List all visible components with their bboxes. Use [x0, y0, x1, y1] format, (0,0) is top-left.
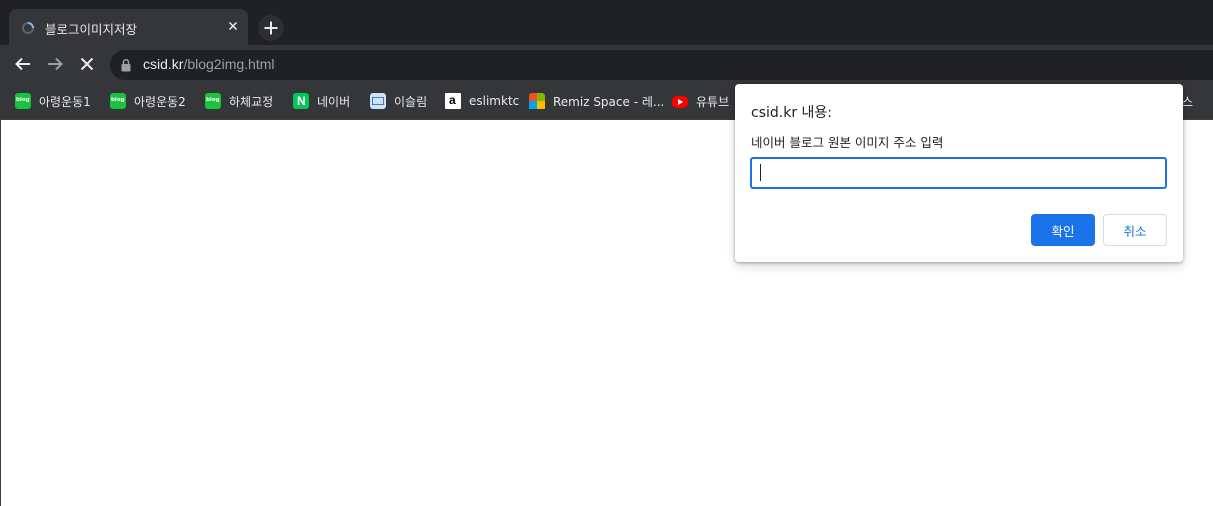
naver-icon	[293, 93, 309, 109]
youtube-icon	[672, 96, 688, 108]
window-left-edge	[0, 119, 1, 506]
bookmark-label: 유튜브	[696, 94, 730, 109]
dialog-message: 네이버 블로그 원본 이미지 주소 입력	[751, 135, 944, 150]
mail-icon	[370, 93, 386, 109]
bookmark-label: eslimktc	[469, 94, 520, 108]
bookmark-eslim[interactable]: 이슬림	[370, 92, 427, 110]
a-logo-icon	[445, 93, 461, 109]
naver-blog-icon	[110, 93, 126, 109]
new-tab-plus-icon[interactable]	[258, 15, 284, 41]
bookmark-lower-body[interactable]: 하체교정	[205, 92, 273, 110]
bookmark-label: 네이버	[317, 94, 351, 109]
bookmark-label: 이슬림	[394, 94, 428, 109]
cancel-button[interactable]: 취소	[1103, 214, 1167, 246]
bookmark-label: 하체교정	[229, 94, 274, 109]
bookmark-label: 아령운동1	[39, 94, 91, 109]
url-path: /blog2img.html	[183, 56, 275, 72]
dialog-url-input[interactable]	[750, 157, 1167, 189]
tab-strip: 블로그이미지저장	[0, 0, 1213, 45]
url-host: csid.kr	[143, 56, 184, 72]
stop-loading-icon[interactable]	[76, 53, 98, 75]
bookmark-naver[interactable]: 네이버	[293, 92, 350, 110]
tab-active[interactable]: 블로그이미지저장	[9, 9, 248, 45]
naver-blog-icon	[205, 93, 221, 109]
address-bar[interactable]: csid.kr/blog2img.html	[110, 50, 1213, 80]
dialog-title: csid.kr 내용:	[751, 105, 833, 121]
ok-button[interactable]: 확인	[1031, 214, 1095, 246]
prompt-dialog: csid.kr 내용: 네이버 블로그 원본 이미지 주소 입력 확인 취소	[735, 84, 1183, 262]
loading-favicon-icon	[22, 22, 34, 34]
bookmark-youtube[interactable]: 유튜브	[672, 92, 729, 110]
forward-arrow-icon[interactable]	[44, 53, 66, 75]
bookmark-arm-exercise-2[interactable]: 아령운동2	[110, 92, 186, 110]
bookmark-arm-exercise-1[interactable]: 아령운동1	[15, 92, 91, 110]
microsoft-icon	[529, 93, 545, 109]
bookmark-eslimktc[interactable]: eslimktc	[445, 92, 519, 110]
browser-toolbar: csid.kr/blog2img.html	[0, 45, 1213, 84]
bookmark-label: Remiz Space - 레...	[553, 94, 665, 109]
bookmark-overflow[interactable]: 스	[1182, 92, 1193, 110]
bookmark-label: 아령운동2	[134, 94, 186, 109]
url-text: csid.kr/blog2img.html	[143, 56, 275, 72]
tab-close-icon[interactable]	[225, 18, 241, 34]
tab-title: 블로그이미지저장	[45, 22, 138, 37]
bookmark-overflow-label: 스	[1182, 94, 1194, 109]
bookmark-remiz-space[interactable]: Remiz Space - 레...	[529, 92, 664, 110]
back-arrow-icon[interactable]	[12, 53, 34, 75]
naver-blog-icon	[15, 93, 31, 109]
lock-icon[interactable]	[120, 58, 132, 72]
text-caret	[760, 164, 761, 181]
